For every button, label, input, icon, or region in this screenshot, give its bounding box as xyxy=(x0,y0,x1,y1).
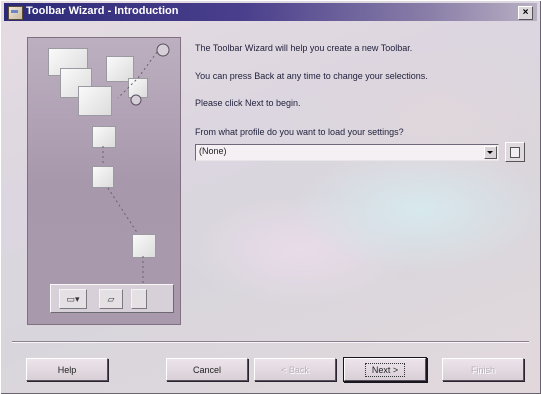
illustration-toolbar: ▭▾ ▱ xyxy=(50,284,174,313)
window-title: Toolbar Wizard - Introduction xyxy=(26,5,179,17)
next-button-label: Next > xyxy=(364,363,406,377)
divider xyxy=(12,341,529,343)
finish-button[interactable]: Finish xyxy=(442,358,524,381)
new-document-icon: ▭▾ xyxy=(59,289,87,309)
back-hint-text: You can press Back at any time to change… xyxy=(195,71,428,81)
cancel-button[interactable]: Cancel xyxy=(166,358,248,381)
next-hint-text: Please click Next to begin. xyxy=(195,98,301,108)
close-button[interactable]: × xyxy=(518,6,533,20)
profile-select-value: (None) xyxy=(199,146,227,156)
back-button[interactable]: < Back xyxy=(254,358,336,381)
browse-file-icon[interactable] xyxy=(505,142,525,162)
profile-select[interactable]: (None) xyxy=(195,144,499,161)
profile-prompt-label: From what profile do you want to load yo… xyxy=(195,127,404,137)
toolbar-wizard-icon xyxy=(8,6,23,20)
toolbar-wizard-window: Toolbar Wizard - Introduction × ▭▾ ▱ The… xyxy=(0,0,541,394)
next-button[interactable]: Next > xyxy=(344,358,426,381)
toolbar-wizard-illustration: ▭▾ ▱ xyxy=(27,37,181,325)
blank-button-icon xyxy=(131,289,147,309)
intro-text: The Toolbar Wizard will help you create … xyxy=(195,43,413,53)
chevron-down-icon[interactable] xyxy=(484,146,497,159)
help-button[interactable]: Help xyxy=(26,358,108,381)
open-folder-icon: ▱ xyxy=(99,289,123,309)
connector-lines xyxy=(102,43,170,284)
title-bar[interactable]: Toolbar Wizard - Introduction × xyxy=(4,3,537,21)
